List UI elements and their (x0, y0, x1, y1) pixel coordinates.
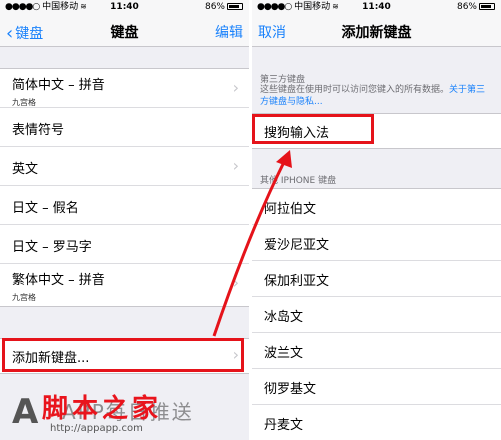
watermark-text: 脚本之家 (42, 394, 163, 424)
arrow-line (212, 157, 288, 337)
watermark-url: http://appapp.com (50, 423, 143, 434)
watermark: A APP每日推送 脚本之家 http://appapp.com (12, 388, 212, 438)
watermark-logo-icon: A (12, 392, 39, 432)
annotation-arrow (212, 150, 292, 337)
